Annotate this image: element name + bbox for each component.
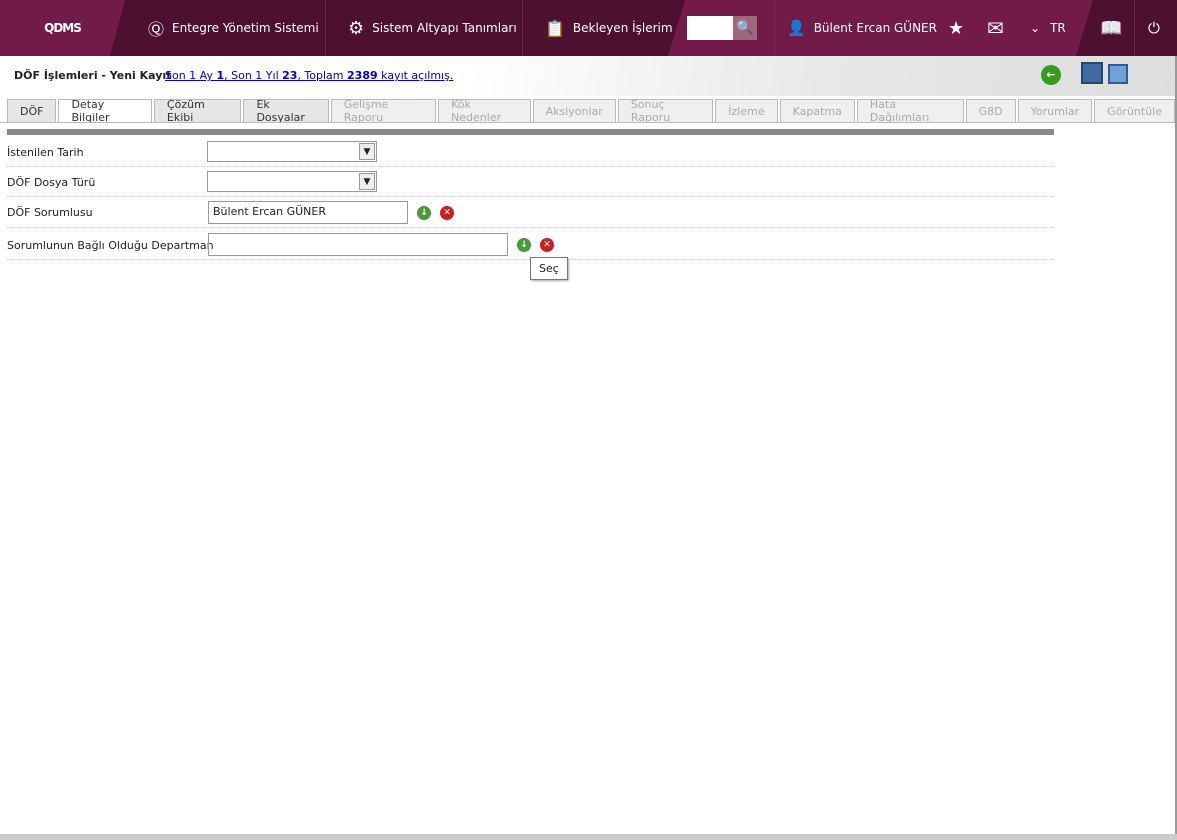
search-icon[interactable]: 🔍 xyxy=(733,16,757,40)
star-icon[interactable]: ★ xyxy=(948,0,964,56)
nav-entegre[interactable]: Ⓠ Entegre Yönetim Sistemi xyxy=(148,0,319,56)
row-responsible: DÖF Sorumlusu Bülent Ercan GÜNER ↓ ✕ xyxy=(7,197,1054,228)
row-type: DÖF Dosya Türü ▼ xyxy=(7,167,1054,197)
tab-bar: DÖF Detay Bilgiler Çözüm Ekibi Ek Dosyalar G… xyxy=(7,98,1175,124)
back-icon[interactable]: ← xyxy=(1041,65,1061,85)
responsible-input[interactable]: Bülent Ercan GÜNER xyxy=(208,201,408,224)
date-select[interactable]: ▼ xyxy=(207,141,377,162)
qdms-logo[interactable]: QDMS xyxy=(0,0,125,56)
page-toolbar: DÖF İşlemleri - Yeni Kayıt Son 1 Ay 1, S… xyxy=(0,56,1175,96)
tab-2[interactable]: Çözüm Ekibi xyxy=(153,98,242,124)
tab-11: G8D xyxy=(965,99,1016,123)
user-menu[interactable]: 👤 Bülent Ercan GÜNER xyxy=(787,0,937,56)
chevron-down-icon: ⌄ xyxy=(1030,21,1041,35)
save-all-icon[interactable] xyxy=(1081,62,1103,84)
row-department: Sorumlunun Bağlı Olduğu Departman ↓ ✕ xyxy=(7,228,1054,260)
file-type-select[interactable]: ▼ xyxy=(207,171,377,192)
department-input[interactable] xyxy=(208,233,508,256)
row-date: İstenilen Tarih ▼ xyxy=(7,137,1054,167)
bottom-scrollbar[interactable] xyxy=(0,834,1177,840)
language-select[interactable]: ⌄ TR xyxy=(1030,0,1066,56)
tab-5: Kök Nedenler xyxy=(438,98,531,124)
clear-icon[interactable]: ✕ xyxy=(540,238,554,252)
tab-9: Kapatma xyxy=(779,99,855,123)
tooltip: Seç xyxy=(530,257,568,280)
chevron-down-icon: ▼ xyxy=(359,173,375,190)
tab-8: İzleme xyxy=(715,99,778,123)
user-icon: 👤 xyxy=(787,19,806,37)
tab-13: Görüntüle xyxy=(1094,99,1175,123)
select-icon[interactable]: ↓ xyxy=(417,206,431,220)
manual-icon[interactable]: 📖 xyxy=(1100,0,1122,56)
power-icon[interactable]: ⏻ xyxy=(1148,0,1160,56)
tab-3[interactable]: Ek Dosyalar xyxy=(243,98,329,124)
mail-icon[interactable]: ✉ xyxy=(987,0,1004,56)
q-icon: Ⓠ xyxy=(148,20,165,39)
tab-7: Sonuç Raporu xyxy=(617,98,714,124)
clear-icon[interactable]: ✕ xyxy=(440,206,454,220)
tab-12: Yorumlar xyxy=(1017,99,1093,123)
tab-4: Gelişme Raporu xyxy=(330,98,437,124)
tab-6: Aksiyonlar xyxy=(532,99,616,123)
save-icon[interactable] xyxy=(1108,64,1128,84)
tab-1[interactable]: Detay Bilgiler xyxy=(58,98,152,124)
nav-bekleyen[interactable]: 📋 Bekleyen İşlerim xyxy=(545,0,673,56)
record-stats-link[interactable]: Son 1 Ay 1, Son 1 Yıl 23, Toplam 2389 ka… xyxy=(165,69,453,82)
page-title: DÖF İşlemleri - Yeni Kayıt xyxy=(14,69,172,82)
search-input[interactable] xyxy=(687,16,733,40)
tab-10: Hata Dağılımları xyxy=(856,98,964,124)
top-header: QDMS Ⓠ Entegre Yönetim Sistemi ⚙ Sistem Al… xyxy=(0,0,1177,56)
search-box: 🔍 xyxy=(687,16,757,40)
tab-0[interactable]: DÖF xyxy=(7,99,57,123)
clipboard-icon: 📋 xyxy=(545,18,565,38)
chevron-down-icon: ▼ xyxy=(359,143,375,160)
nav-sistem[interactable]: ⚙ Sistem Altyapı Tanımları xyxy=(348,0,517,56)
select-icon[interactable]: ↓ xyxy=(517,238,531,252)
gear-icon: ⚙ xyxy=(348,17,365,39)
section-bar xyxy=(7,129,1054,135)
